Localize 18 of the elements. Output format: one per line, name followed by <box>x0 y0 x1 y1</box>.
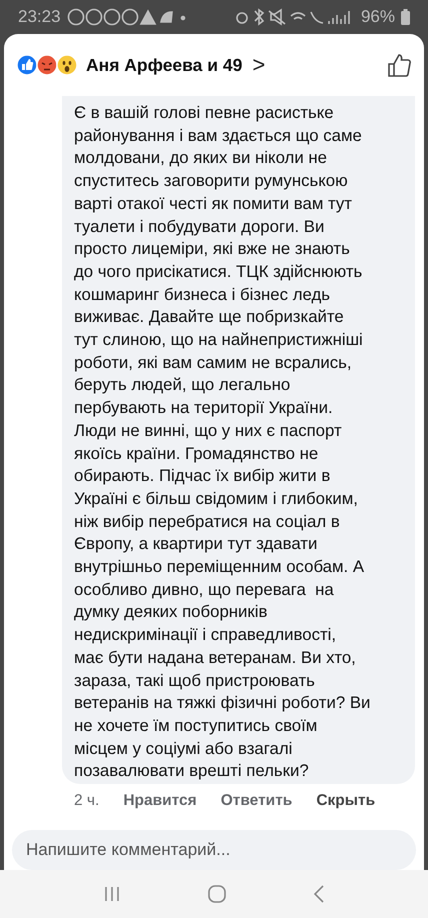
home-icon[interactable] <box>207 884 227 904</box>
hide-button[interactable]: Скрыть <box>316 792 376 810</box>
reactors-name[interactable]: Аня Арфеева и 49 <box>86 54 242 76</box>
battery-level: 96% <box>360 7 395 27</box>
back-icon[interactable] <box>313 884 325 904</box>
recent-apps-icon[interactable] <box>103 885 121 903</box>
like-button[interactable]: Нравится <box>123 792 197 810</box>
wow-reaction-icon <box>56 54 78 76</box>
chevron-button[interactable]: > <box>252 52 266 78</box>
comment-time: 2 ч. <box>74 792 100 810</box>
status-time: 23:23 <box>18 7 61 27</box>
like-icon[interactable] <box>386 52 412 78</box>
comment-text: Є в вашій голові певне расистьке районування і вам здається що саме молдовани, до яких ви ніколи не спуститесь заговорити румунською варті отакої честі як помити вам тут туалети і побудувати дороги. Ви просто лицеміри, які вже не знають до чого присікатися. ТЦК здійснюють кошмаринг бизнеса і бізнес ледь виживає. Давайте ще побризкайте тут слиною, що на найнепристижніші роботи, які вам самим не всрались, беруть людей, що легально пербувають на території України. Люди не винні, що у них є паспорт якоїсь країни. Громадянство не обирають. Підчас їх вибір жити в Україні є більш свідомим і глибоким, ніж вибір перебратися на соціал в Європу, а квартири тут здавати внутрішньо переміщенним особам. А особливо дивно, що перевага на думку деяких поборників недискримінації і справедливості, має бути надана ветеранам. Ви хто, зараза, такі щоб пристроювать ветеранів на тяжкі фізичні роботи? Ви не хочете їм поступитись своїм місцем у соціумі або взагалі позавалювати врешті пельки? <box>62 96 415 784</box>
angry-reaction-icon <box>36 54 58 76</box>
battery-icon <box>401 9 410 25</box>
comment-input-field[interactable]: Напишите комментарий... <box>12 830 416 870</box>
like-reaction-icon <box>16 54 38 76</box>
reply-button[interactable]: Ответить <box>220 792 292 810</box>
